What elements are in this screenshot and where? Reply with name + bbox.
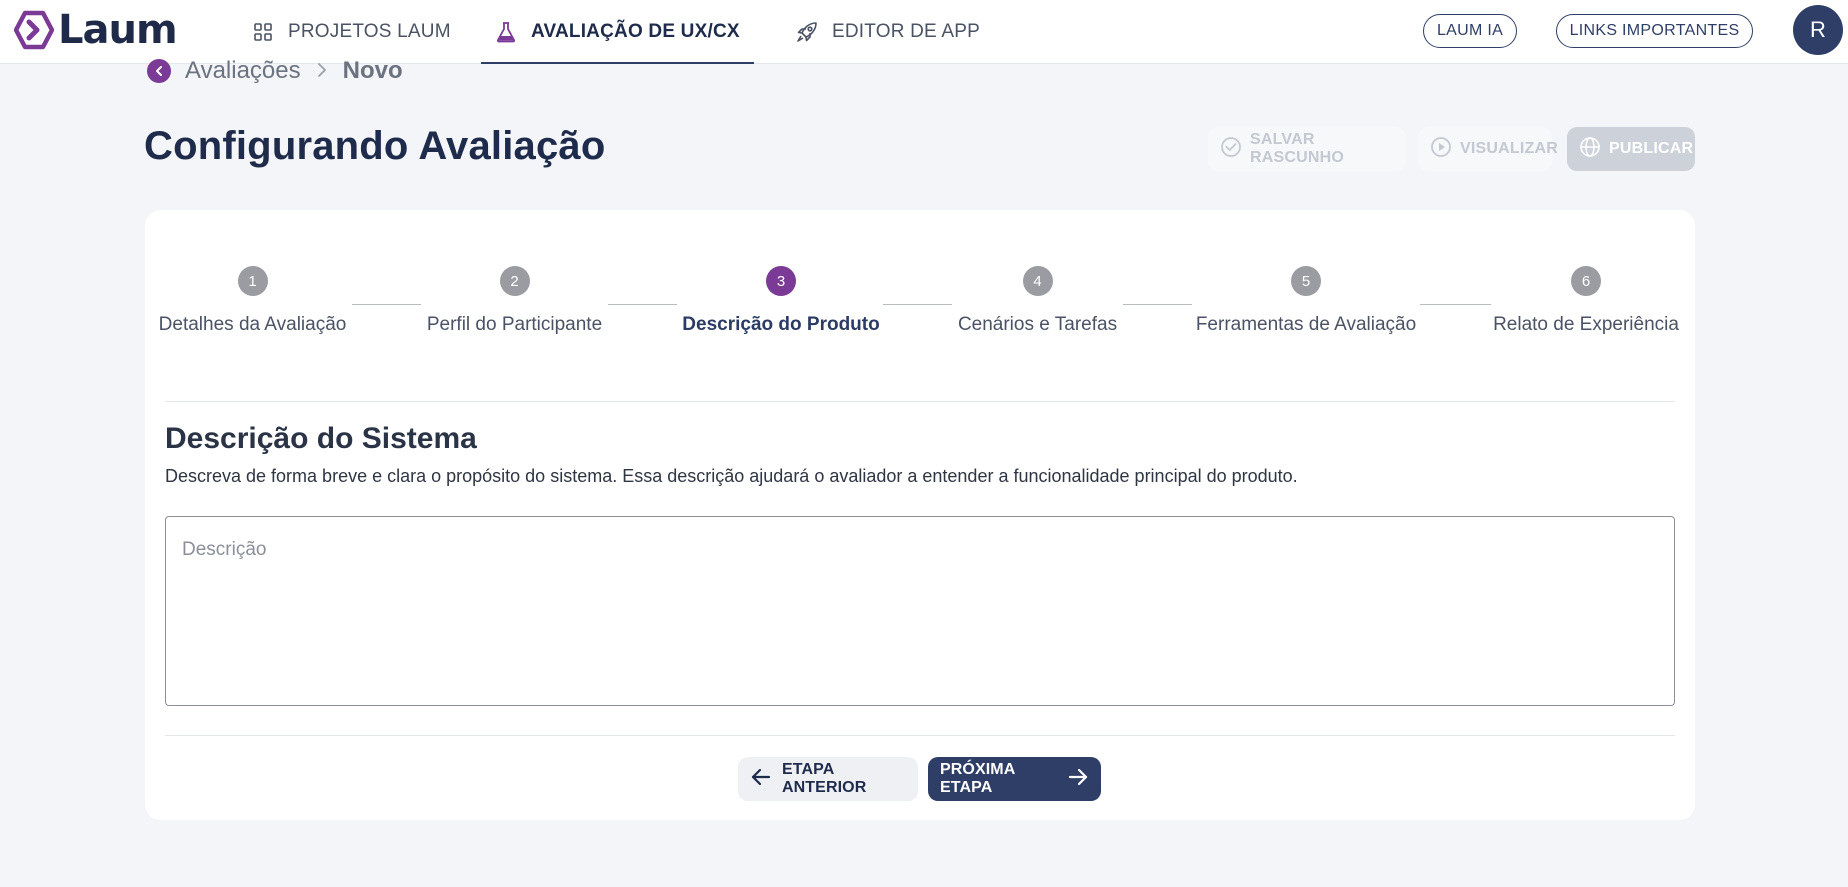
section-description: Descreva de forma breve e clara o propós… [165,466,1298,486]
arrow-left-icon [750,766,772,793]
globe-icon [1579,136,1601,163]
step-3[interactable]: 3 Descrição do Produto [682,266,880,336]
publish-button[interactable]: PUBLICAR [1567,127,1695,171]
save-draft-label: SALVAR RASCUNHO [1250,131,1345,166]
tab-editor-de-app[interactable]: EDITOR DE APP [796,0,980,64]
publish-label: PUBLICAR [1609,140,1694,157]
step-4[interactable]: 4 Cenários e Tarefas [957,266,1118,336]
flask-icon [495,21,517,43]
step-1[interactable]: 1 Detalhes da Avaliação [159,266,346,336]
step-label: Relato de Experiência [1493,314,1679,335]
next-step-button[interactable]: PRÓXIMA ETAPA [928,757,1101,801]
links-importantes-button[interactable]: LINKS IMPORTANTES [1556,14,1753,48]
preview-label: VISUALIZAR [1460,140,1558,157]
breadcrumb-parent[interactable]: Avaliações [185,57,301,85]
laum-logo[interactable]: Laum [14,7,178,53]
step-5[interactable]: 5 Ferramentas de Avaliação [1196,266,1416,336]
top-navbar: Laum PROJETOS LAUM AVALIAÇÃO DE UX/CX ED… [0,0,1848,64]
step-connector [883,304,952,305]
step-connector [1123,304,1192,305]
step-label: Perfil do Participante [426,314,603,335]
footer-divider [165,735,1675,736]
step-number: 2 [499,266,530,296]
grid-icon [252,21,274,43]
step-connector [1420,304,1491,305]
step-connector [608,304,677,305]
step-label: Cenários e Tarefas [957,314,1118,335]
laum-ia-button[interactable]: LAUM IA [1423,14,1517,48]
breadcrumb: Avaliações Novo [147,56,403,86]
user-avatar[interactable]: R [1793,5,1843,55]
step-number: 1 [237,266,268,296]
logo-text: Laum [58,7,178,53]
next-step-label: PRÓXIMA ETAPA [940,761,1015,796]
tab-label: PROJETOS LAUM [288,21,451,42]
tab-label: EDITOR DE APP [832,21,980,42]
tab-label: AVALIAÇÃO DE UX/CX [531,21,740,42]
step-number: 5 [1291,266,1321,296]
check-circle-icon [1220,136,1242,163]
evaluation-form-card: 1 Detalhes da Avaliação 2 Perfil do Part… [145,210,1695,820]
chevron-right-icon [315,57,329,85]
back-arrow-icon[interactable] [147,59,171,83]
previous-step-button[interactable]: ETAPA ANTERIOR [738,757,918,801]
previous-step-label: ETAPA ANTERIOR [782,761,867,796]
page-title: Configurando Avaliação [144,124,606,168]
step-number: 3 [766,266,796,296]
step-connector [352,304,421,305]
step-2[interactable]: 2 Perfil do Participante [427,266,602,336]
arrow-right-icon [1067,766,1089,793]
section-divider [165,401,1675,402]
play-circle-icon [1430,136,1452,163]
step-label: Ferramentas de Avaliação [1195,314,1417,335]
step-6[interactable]: 6 Relato de Experiência [1493,266,1679,336]
section-title: Descrição do Sistema [165,422,477,455]
breadcrumb-current: Novo [342,57,403,84]
step-label: Detalhes da Avaliação [158,314,347,335]
rocket-icon [796,21,818,43]
tab-projetos-laum[interactable]: PROJETOS LAUM [252,0,451,64]
hexagon-logo-icon [14,10,54,50]
description-textarea[interactable] [165,516,1675,706]
save-draft-button[interactable]: SALVAR RASCUNHO [1208,127,1406,171]
step-label: Descrição do Produto [682,314,880,335]
step-number: 4 [1022,266,1053,296]
preview-button[interactable]: VISUALIZAR [1418,127,1558,171]
step-number: 6 [1571,266,1601,296]
tab-avaliacao-ux-cx[interactable]: AVALIAÇÃO DE UX/CX [481,0,754,64]
